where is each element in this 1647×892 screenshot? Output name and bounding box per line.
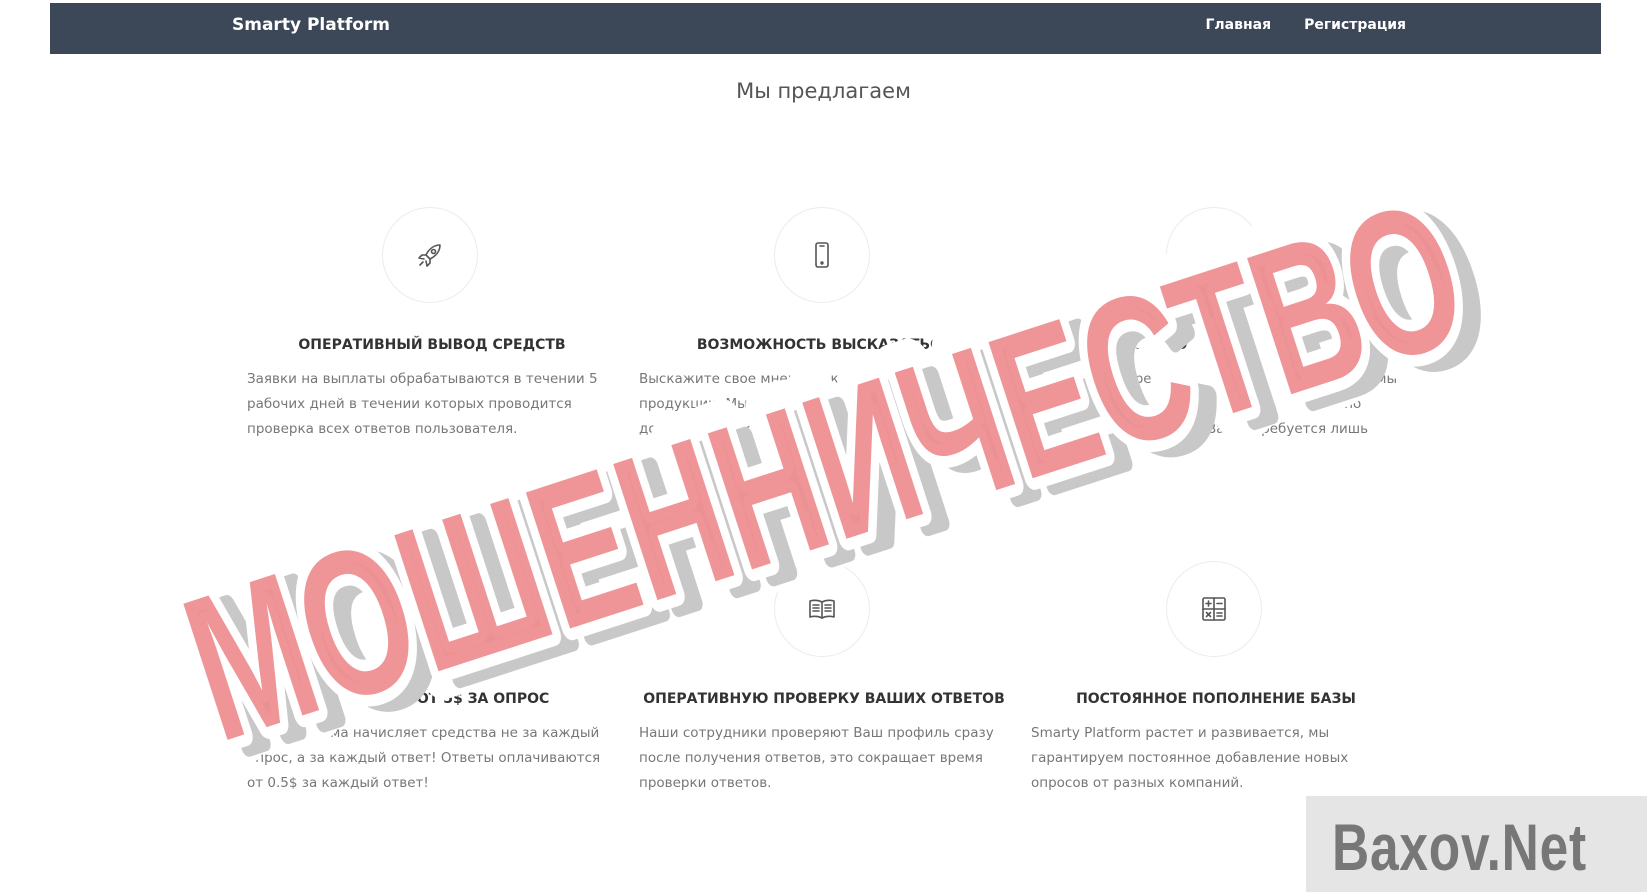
- clock-icon: [1202, 243, 1226, 267]
- feature-title: ВОЗМОЖНОСТЬ ВЫСКАЗАТЬСЯ: [696, 337, 952, 353]
- feature-icon-circle: [1166, 207, 1262, 303]
- feature-icon-circle: [382, 561, 478, 657]
- feature-description: Выскажите свое мнение о каком то бренде …: [639, 371, 991, 437]
- watermark-box: Baxov.Net: [1306, 796, 1647, 892]
- open-book-icon: [809, 599, 835, 619]
- smartphone-icon: [815, 242, 829, 268]
- rocket-icon: [418, 244, 441, 267]
- trend-line-icon: [418, 601, 442, 615]
- feature-title: ПОСТОЯННОЕ ПОПОЛНЕНИЕ БАЗЫ: [1076, 691, 1356, 707]
- feature-title: ОПЕРАТИВНУЮ ПРОВЕРКУ ВАШИХ ОТВЕТОВ: [643, 691, 1005, 707]
- feature-description: Заявки на выплаты обрабатываются в течен…: [247, 371, 598, 437]
- feature-title: ЗАРАБОТОК ОТ 5$ ЗА ОПРОС: [314, 691, 550, 707]
- nav-link-home[interactable]: Главная: [1205, 3, 1271, 47]
- feature-description: Наши сотрудники проверяют Ваш профиль ср…: [639, 725, 994, 791]
- feature-icon-circle: [774, 207, 870, 303]
- feature-icon-circle: [774, 561, 870, 657]
- calculator-icon: [1202, 597, 1226, 621]
- feature-icon-circle: [382, 207, 478, 303]
- nav-link-register[interactable]: Регистрация: [1304, 3, 1406, 47]
- feature-title: ЭКОНОМИЮ ВАШЕГО ВРЕМЕНИ: [1088, 337, 1344, 353]
- watermark-text: Baxov.Net: [1332, 810, 1587, 884]
- feature-description: Наша система начисляет средства не за ка…: [247, 725, 601, 791]
- top-navbar: Smarty Platform Главная Регистрация: [50, 3, 1601, 54]
- section-title: Мы предлагаем: [736, 79, 911, 103]
- nav-links: Главная Регистрация: [1205, 3, 1406, 47]
- brand-logo-link[interactable]: Smarty Platform: [232, 3, 390, 47]
- feature-icon-circle: [1166, 561, 1262, 657]
- feature-description: Smarty Platform растет и развивается, мы…: [1031, 725, 1349, 791]
- feature-description: Благодаря современным технологиям анализ…: [1031, 371, 1398, 462]
- feature-title: ОПЕРАТИВНЫЙ ВЫВОД СРЕДСТВ: [298, 337, 566, 353]
